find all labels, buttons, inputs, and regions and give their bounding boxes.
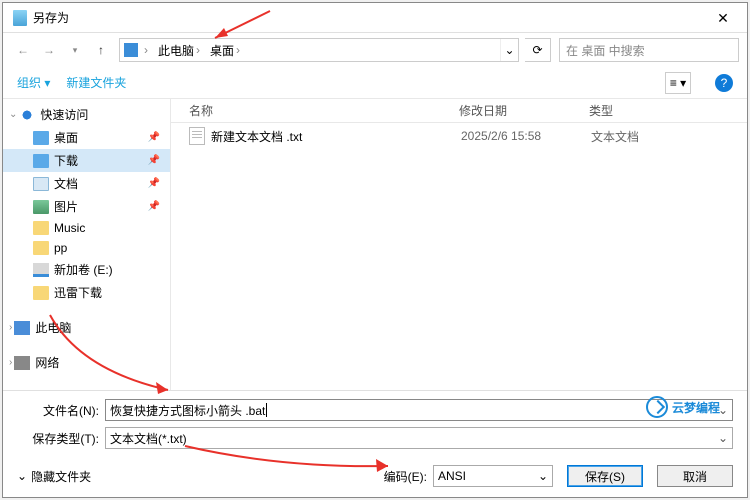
pin-icon: 📌 (148, 155, 160, 166)
filetype-select[interactable]: 文本文档(*.txt) ⌄ (105, 427, 733, 449)
filetype-label: 保存类型(T): (17, 430, 105, 447)
col-modified[interactable]: 修改日期 (459, 102, 589, 119)
pin-icon: 📌 (148, 132, 160, 143)
folder-icon (33, 286, 49, 300)
pc-icon (124, 43, 138, 57)
crumb-root[interactable]: 此电脑 (158, 42, 194, 59)
folder-icon (33, 154, 49, 168)
filename-input[interactable]: 恢复快捷方式图标小箭头 .bat ⌄ (105, 399, 733, 421)
file-pane: 名称 修改日期 类型 新建文本文档 .txt2025/2/6 15:58文本文档 (171, 99, 747, 390)
this-pc-header[interactable]: › 此电脑 (3, 316, 170, 339)
file-row[interactable]: 新建文本文档 .txt2025/2/6 15:58文本文档 (171, 123, 747, 149)
network-icon (14, 356, 30, 370)
view-button[interactable]: ≡ ▾ (665, 72, 691, 94)
sidebar-item[interactable]: 新加卷 (E:) (3, 258, 170, 281)
close-button[interactable]: ✕ (703, 4, 743, 32)
help-button[interactable]: ? (715, 74, 733, 92)
up-button[interactable]: ↑ (89, 38, 113, 62)
hide-folders-toggle[interactable]: ⌄ 隐藏文件夹 (17, 468, 91, 485)
chevron-down-icon: ⌄ (17, 469, 27, 483)
folder-icon (33, 200, 49, 214)
sidebar-item[interactable]: 图片📌 (3, 195, 170, 218)
column-headers: 名称 修改日期 类型 (171, 99, 747, 123)
search-input[interactable]: 在 桌面 中搜索 (559, 38, 739, 62)
txt-file-icon (189, 127, 205, 145)
address-bar[interactable]: › 此电脑› 桌面› ⌄ (119, 38, 519, 62)
organize-menu[interactable]: 组织 ▾ (17, 74, 50, 91)
encoding-select[interactable]: ANSI⌄ (433, 465, 553, 487)
folder-icon (33, 221, 49, 235)
pin-icon: 📌 (148, 178, 160, 189)
folder-icon (33, 263, 49, 277)
toolbar: 组织 ▾ 新建文件夹 ≡ ▾ ? (3, 67, 747, 99)
sidebar-item[interactable]: pp (3, 238, 170, 258)
bottom-panel: 文件名(N): 恢复快捷方式图标小箭头 .bat ⌄ 保存类型(T): 文本文档… (3, 390, 747, 497)
sidebar-item[interactable]: 迅雷下载 (3, 281, 170, 304)
sidebar-item[interactable]: 桌面📌 (3, 126, 170, 149)
forward-button[interactable]: → (37, 38, 61, 62)
back-button[interactable]: ← (11, 38, 35, 62)
refresh-button[interactable]: ⟳ (525, 38, 551, 62)
save-button[interactable]: 保存(S) (567, 465, 643, 487)
save-as-dialog: 另存为 ✕ ← → ▾ ↑ › 此电脑› 桌面› ⌄ ⟳ 在 桌面 中搜索 组织… (2, 2, 748, 498)
pin-icon: 📌 (148, 201, 160, 212)
sidebar: ⌄ 快速访问 桌面📌下载📌文档📌图片📌Musicpp新加卷 (E:)迅雷下载 ›… (3, 99, 171, 390)
nav-row: ← → ▾ ↑ › 此电脑› 桌面› ⌄ ⟳ 在 桌面 中搜索 (3, 33, 747, 67)
folder-icon (33, 241, 49, 255)
window-title: 另存为 (33, 9, 703, 26)
sidebar-item[interactable]: Music (3, 218, 170, 238)
app-icon (13, 10, 27, 26)
pc-icon (14, 321, 30, 335)
col-name[interactable]: 名称 (189, 102, 459, 119)
titlebar: 另存为 ✕ (3, 3, 747, 33)
recent-button[interactable]: ▾ (63, 38, 87, 62)
col-type[interactable]: 类型 (589, 102, 613, 119)
quick-access-header[interactable]: ⌄ 快速访问 (3, 103, 170, 126)
crumb-folder[interactable]: 桌面 (210, 42, 234, 59)
filename-label: 文件名(N): (17, 402, 105, 419)
sidebar-item[interactable]: 文档📌 (3, 172, 170, 195)
cancel-button[interactable]: 取消 (657, 465, 733, 487)
network-header[interactable]: › 网络 (3, 351, 170, 374)
folder-icon (33, 131, 49, 145)
new-folder-button[interactable]: 新建文件夹 (66, 74, 126, 91)
encoding-label: 编码(E): (384, 468, 427, 485)
address-dropdown[interactable]: ⌄ (500, 39, 518, 61)
star-icon (19, 108, 35, 122)
sidebar-item[interactable]: 下载📌 (3, 149, 170, 172)
folder-icon (33, 177, 49, 191)
